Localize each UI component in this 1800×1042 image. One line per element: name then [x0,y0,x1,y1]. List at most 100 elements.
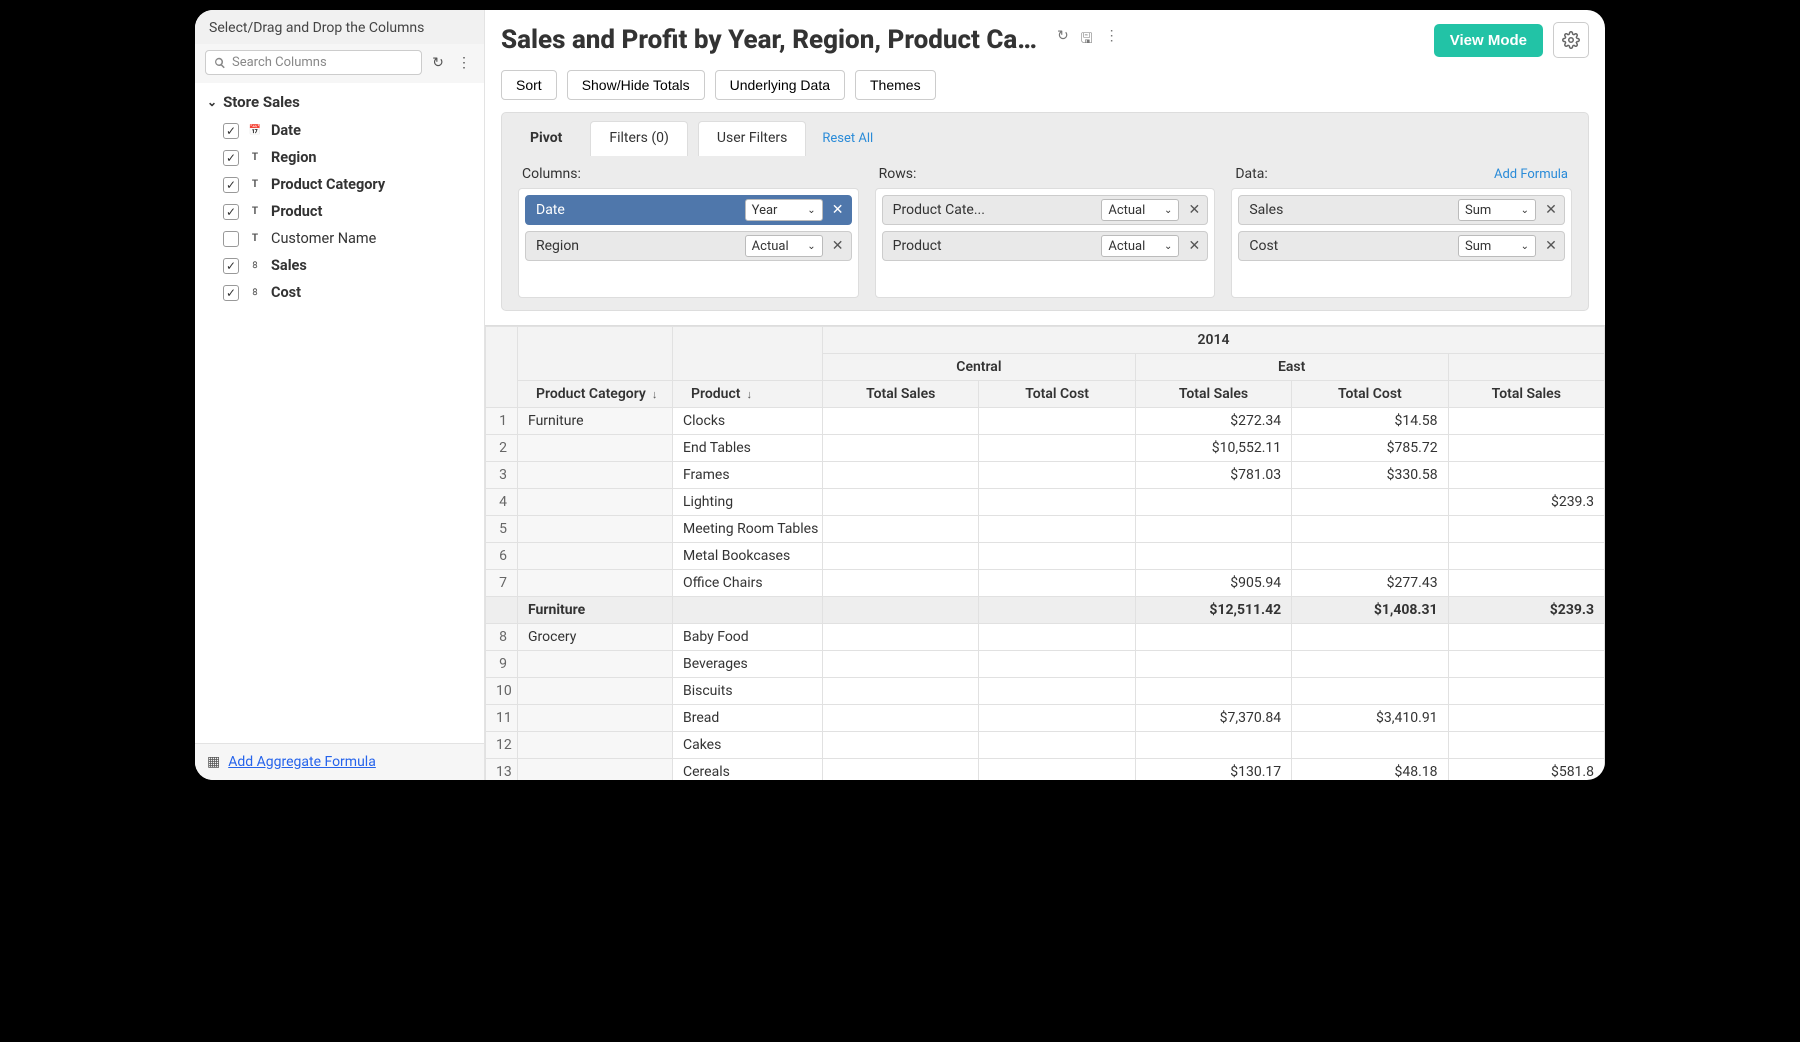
row-number: 11 [486,705,518,732]
rows-dropzone[interactable]: Product Cate... Actual⌄ ✕ Product Actual⌄… [875,188,1216,298]
tree-item-sales[interactable]: 𝟾 Sales [205,252,474,279]
cell-category [518,732,673,759]
checkbox[interactable] [223,231,239,247]
col-product[interactable]: Product↓ [673,381,823,408]
show-hide-totals-button[interactable]: Show/Hide Totals [567,70,705,100]
toolbar: Sort Show/Hide Totals Underlying Data Th… [485,64,1605,112]
tree-item-product-category[interactable]: T Product Category [205,171,474,198]
config-tabs: Pivot Filters (0) User Filters Reset All [502,113,1588,156]
cell-product: Cakes [673,732,823,759]
pill-option-select[interactable]: Year⌄ [745,199,823,221]
pill-option-select[interactable]: Sum⌄ [1458,235,1536,257]
tab-filters[interactable]: Filters (0) [590,121,688,156]
page-title: Sales and Profit by Year, Region, Produc… [501,25,1041,55]
columns-pill-region[interactable]: Region Actual⌄ ✕ [525,231,852,261]
cell-product: End Tables [673,435,823,462]
cell-value [979,732,1135,759]
checkbox[interactable] [223,123,239,139]
add-formula-link[interactable]: Add Formula [1494,167,1568,182]
col-total-cost[interactable]: Total Cost [1292,381,1448,408]
table-row: 12 Cakes [486,732,1605,759]
tree-item-region[interactable]: T Region [205,144,474,171]
cell-value [823,732,979,759]
cell-product: Biscuits [673,678,823,705]
tab-pivot[interactable]: Pivot [512,122,580,156]
cell-value [979,705,1135,732]
add-aggregate-formula-link[interactable]: Add Aggregate Formula [228,754,376,770]
cell-value [1292,489,1448,516]
subtotal-row: Furniture $12,511.42 $1,408.31 $239.3 [486,597,1605,624]
sidebar-header: Select/Drag and Drop the Columns [195,10,484,44]
remove-pill-icon[interactable]: ✕ [829,202,847,218]
checkbox[interactable] [223,177,239,193]
refresh-icon[interactable]: ↻ [1057,28,1069,52]
tree-item-customer-name[interactable]: T Customer Name [205,225,474,252]
columns-label: Columns: [522,166,581,182]
remove-pill-icon[interactable]: ✕ [1542,202,1560,218]
pill-option-select[interactable]: Actual⌄ [1101,235,1179,257]
underlying-data-button[interactable]: Underlying Data [715,70,845,100]
themes-button[interactable]: Themes [855,70,936,100]
type-icon: T [247,204,263,220]
sort-icon: ↓ [746,388,752,401]
refresh-icon[interactable]: ↻ [428,53,448,73]
pill-option-select[interactable]: Actual⌄ [745,235,823,257]
rows-pill-product[interactable]: Product Actual⌄ ✕ [882,231,1209,261]
tree-item-label: Sales [271,257,307,274]
remove-pill-icon[interactable]: ✕ [829,238,847,254]
more-icon[interactable]: ⋮ [454,53,474,73]
col-total-cost[interactable]: Total Cost [979,381,1135,408]
remove-pill-icon[interactable]: ✕ [1185,202,1203,218]
tree-item-label: Customer Name [271,230,376,247]
view-mode-button[interactable]: View Mode [1434,24,1543,57]
checkbox[interactable] [223,150,239,166]
cell-value [1448,678,1604,705]
cell-value: $12,511.42 [1135,597,1291,624]
columns-pill-date[interactable]: Date Year⌄ ✕ [525,195,852,225]
tab-user-filters[interactable]: User Filters [698,121,806,156]
sort-button[interactable]: Sort [501,70,557,100]
col-total-sales[interactable]: Total Sales [823,381,979,408]
cell-category [518,570,673,597]
tree-item-date[interactable]: 📅 Date [205,117,474,144]
type-icon: 𝟾 [247,285,263,301]
checkbox[interactable] [223,204,239,220]
checkbox[interactable] [223,285,239,301]
region-header-partial [1448,354,1604,381]
cell-product: Metal Bookcases [673,543,823,570]
pivot-table-wrap[interactable]: 2014 Central East Product Category↓ Prod… [485,325,1605,780]
data-pill-sales[interactable]: Sales Sum⌄ ✕ [1238,195,1565,225]
cell-product: Office Chairs [673,570,823,597]
search-input[interactable]: Search Columns [205,50,422,75]
col-total-sales[interactable]: Total Sales [1448,381,1604,408]
cell-value [823,678,979,705]
pivot-table: 2014 Central East Product Category↓ Prod… [485,326,1605,780]
cell-product: Meeting Room Tables [673,516,823,543]
pill-option-select[interactable]: Actual⌄ [1101,199,1179,221]
reset-all-link[interactable]: Reset All [816,131,873,146]
more-icon[interactable]: ⋮ [1105,28,1119,52]
table-row: 6 Metal Bookcases [486,543,1605,570]
tree-group-header[interactable]: ⌄ Store Sales [205,87,474,117]
col-product-category[interactable]: Product Category↓ [518,381,673,408]
col-total-sales[interactable]: Total Sales [1135,381,1291,408]
remove-pill-icon[interactable]: ✕ [1185,238,1203,254]
tree-item-cost[interactable]: 𝟾 Cost [205,279,474,306]
settings-button[interactable] [1553,22,1589,58]
data-pill-cost[interactable]: Cost Sum⌄ ✕ [1238,231,1565,261]
remove-pill-icon[interactable]: ✕ [1542,238,1560,254]
cell-value [979,543,1135,570]
table-row: 10 Biscuits [486,678,1605,705]
rows-pill-product-cate-[interactable]: Product Cate... Actual⌄ ✕ [882,195,1209,225]
checkbox[interactable] [223,258,239,274]
pill-option-select[interactable]: Sum⌄ [1458,199,1536,221]
cell-product: Frames [673,462,823,489]
save-icon[interactable]: 🖫 [1081,28,1093,52]
data-dropzone[interactable]: Sales Sum⌄ ✕ Cost Sum⌄ ✕ [1231,188,1572,298]
chevron-down-icon: ⌄ [1164,241,1172,252]
columns-dropzone[interactable]: Date Year⌄ ✕ Region Actual⌄ ✕ [518,188,859,298]
table-row: 3 Frames $781.03 $330.58 [486,462,1605,489]
sidebar-footer: ▦ Add Aggregate Formula [195,743,484,780]
tree-item-product[interactable]: T Product [205,198,474,225]
cell-value [1135,516,1291,543]
